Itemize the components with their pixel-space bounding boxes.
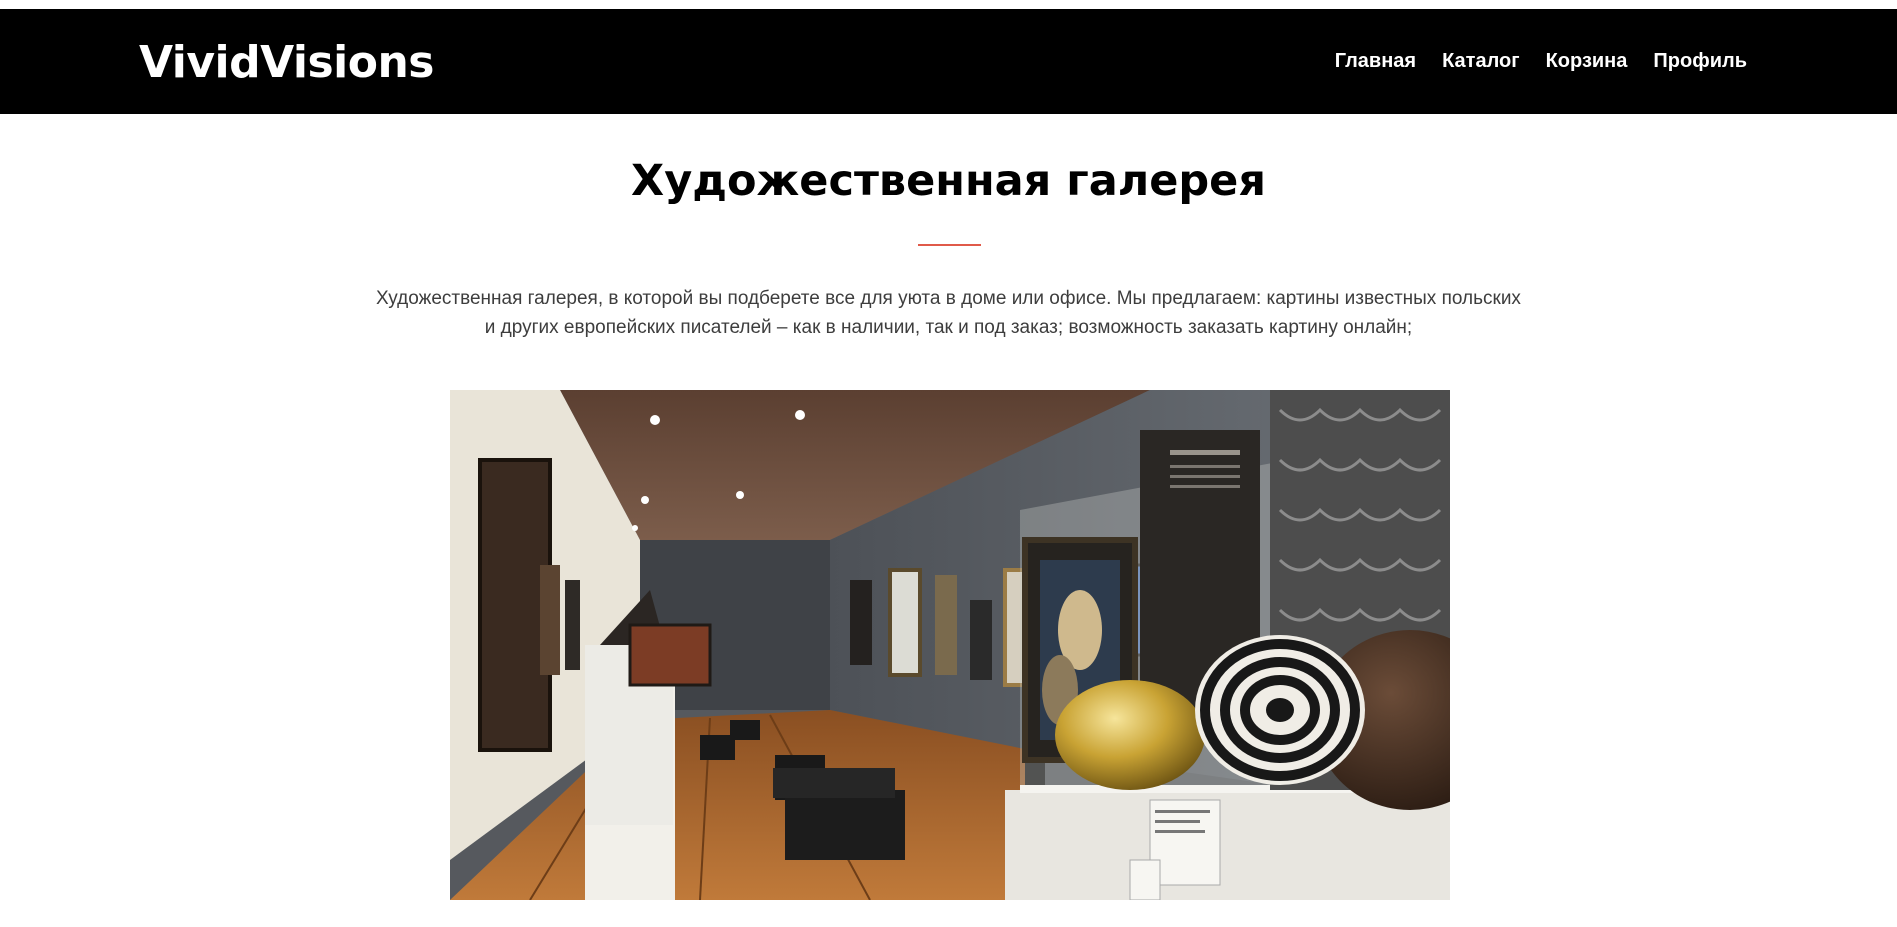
nav-link-cart[interactable]: Корзина — [1546, 50, 1628, 73]
title-divider — [918, 244, 981, 246]
nav-link-home[interactable]: Главная — [1335, 50, 1416, 73]
gallery-photo-illustration — [450, 390, 1450, 900]
navbar: VividVisions Главная Каталог Корзина Про… — [0, 9, 1897, 114]
gallery-hero-image — [450, 390, 1450, 900]
nav-link-profile[interactable]: Профиль — [1653, 50, 1747, 73]
main-nav: Главная Каталог Корзина Профиль — [1335, 9, 1747, 114]
brand-logo[interactable]: VividVisions — [139, 41, 435, 85]
page-title: Художественная галерея — [631, 156, 1266, 206]
top-strip — [0, 0, 1897, 9]
nav-link-catalog[interactable]: Каталог — [1442, 50, 1519, 73]
page-description: Художественная галерея, в которой вы под… — [376, 288, 1521, 338]
